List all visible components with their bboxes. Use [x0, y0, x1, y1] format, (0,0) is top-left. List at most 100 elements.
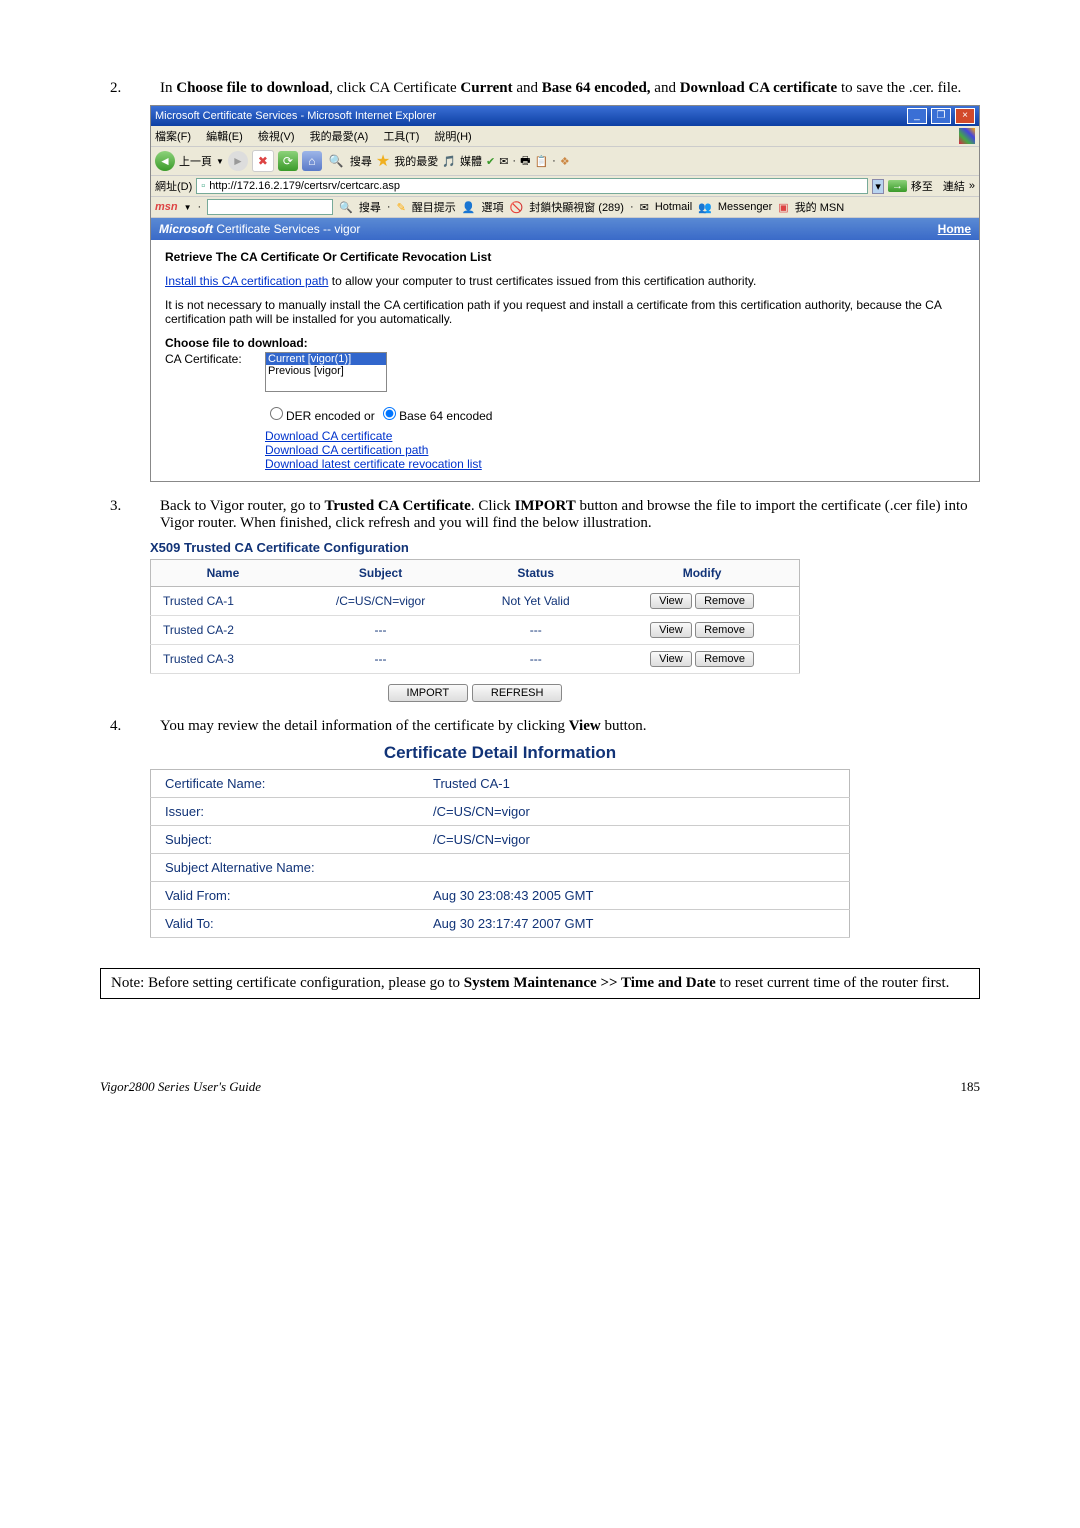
home-link[interactable]: Home: [938, 222, 971, 236]
col-name: Name: [151, 560, 295, 587]
step-number: 2.: [100, 80, 160, 97]
close-button[interactable]: ×: [955, 108, 975, 124]
menu-file[interactable]: 檔案(F): [155, 131, 191, 143]
view-button[interactable]: View: [650, 651, 692, 667]
msn-search-icon: 🔍: [339, 201, 353, 214]
refresh-button[interactable]: REFRESH: [472, 684, 563, 702]
col-status: Status: [466, 560, 605, 587]
view-button[interactable]: View: [650, 593, 692, 609]
url-text: http://172.16.2.179/certsrv/certcarc.asp: [209, 180, 400, 192]
home-button[interactable]: ⌂: [302, 151, 322, 171]
note-box: Note: Before setting certificate configu…: [100, 968, 980, 999]
search-label[interactable]: 搜尋: [350, 153, 372, 169]
table-row: Trusted CA-2 --- --- View Remove: [151, 616, 800, 645]
detail-title: Certificate Detail Information: [150, 743, 850, 763]
step-text: In Choose file to download, click CA Cer…: [160, 80, 980, 97]
menu-favorites[interactable]: 我的最愛(A): [310, 131, 369, 143]
remove-button[interactable]: Remove: [695, 593, 754, 609]
stop-button[interactable]: ✖: [252, 150, 274, 172]
list-item-current[interactable]: Current [vigor(1)]: [266, 353, 386, 365]
radio-der[interactable]: [270, 407, 283, 420]
menu-help[interactable]: 說明(H): [434, 131, 471, 143]
trusted-ca-table: Name Subject Status Modify Trusted CA-1 …: [150, 559, 800, 674]
cert-services-header: Microsoft Certificate Services -- vigor …: [151, 218, 979, 240]
mymsn-icon: ▣: [778, 201, 788, 214]
edit-icon[interactable]: 📋: [534, 155, 548, 168]
download-ca-cert-link[interactable]: Download CA certificate: [265, 429, 392, 443]
step-text: Back to Vigor router, go to Trusted CA C…: [160, 498, 980, 532]
ie-titlebar: Microsoft Certificate Services - Microso…: [151, 106, 979, 126]
msn-hotmail[interactable]: Hotmail: [655, 201, 692, 213]
install-ca-path-link[interactable]: Install this CA certification path: [165, 274, 328, 288]
minimize-button[interactable]: _: [907, 108, 927, 124]
messenger-icon: 👥: [698, 201, 712, 214]
step-number: 4.: [100, 718, 160, 735]
remove-button[interactable]: Remove: [695, 622, 754, 638]
dropdown-icon[interactable]: ▾: [872, 179, 884, 194]
address-label: 網址(D): [155, 178, 192, 194]
step-text: You may review the detail information of…: [160, 718, 980, 735]
favorites-label[interactable]: 我的最愛: [394, 153, 438, 169]
retrieve-title: Retrieve The CA Certificate Or Certifica…: [165, 250, 965, 264]
menu-tools[interactable]: 工具(T): [383, 131, 419, 143]
address-input[interactable]: ▫ http://172.16.2.179/certsrv/certcarc.a…: [196, 178, 868, 194]
choose-file-label: Choose file to download:: [165, 336, 965, 350]
page-content: Microsoft Certificate Services -- vigor …: [151, 218, 979, 481]
msn-highlight[interactable]: 醒目提示: [412, 199, 456, 215]
certificate-detail-table: Certificate Name:Trusted CA-1 Issuer:/C=…: [150, 769, 850, 938]
favorites-icon: ★: [376, 151, 390, 171]
msn-messenger[interactable]: Messenger: [718, 201, 772, 213]
maximize-button[interactable]: ❐: [931, 108, 951, 124]
download-crl-link[interactable]: Download latest certificate revocation l…: [265, 457, 482, 471]
ca-certificate-listbox[interactable]: Current [vigor(1)] Previous [vigor]: [265, 352, 387, 392]
page-footer: Vigor2800 Series User's Guide 185: [100, 1079, 980, 1095]
refresh-button[interactable]: ⟳: [278, 151, 298, 171]
msn-search-input[interactable]: [207, 199, 333, 215]
paragraph-auto-install: It is not necessary to manually install …: [165, 298, 965, 326]
go-label: 移至: [911, 178, 933, 194]
history-icon[interactable]: ✔: [486, 155, 495, 168]
back-label: 上一頁: [179, 153, 212, 169]
links-label[interactable]: 連結: [943, 178, 965, 194]
windows-logo-icon: [959, 128, 975, 144]
ca-certificate-label: CA Certificate:: [165, 352, 265, 366]
highlight-icon: ✎: [397, 201, 406, 214]
menu-edit[interactable]: 編輯(E): [206, 131, 243, 143]
msn-search-label[interactable]: 搜尋: [359, 199, 381, 215]
mail-icon[interactable]: ✉: [499, 155, 508, 168]
list-item-previous[interactable]: Previous [vigor]: [266, 365, 386, 377]
page-icon: ▫: [201, 180, 205, 192]
forward-button[interactable]: ►: [228, 151, 248, 171]
remove-button[interactable]: Remove: [695, 651, 754, 667]
import-button[interactable]: IMPORT: [388, 684, 469, 702]
col-modify: Modify: [605, 560, 799, 587]
step-4: 4. You may review the detail information…: [100, 718, 980, 735]
col-subject: Subject: [295, 560, 466, 587]
popup-blocker-icon: 🚫: [510, 201, 524, 214]
go-button[interactable]: →: [888, 180, 907, 192]
msn-logo: msn: [155, 201, 178, 213]
step-2: 2. In Choose file to download, click CA …: [100, 80, 980, 97]
view-button[interactable]: View: [650, 622, 692, 638]
media-icon: 🎵: [442, 155, 456, 168]
footer-page-number: 185: [961, 1079, 981, 1095]
menu-view[interactable]: 檢視(V): [258, 131, 295, 143]
ie-window: Microsoft Certificate Services - Microso…: [150, 105, 980, 482]
hotmail-icon: ✉: [640, 201, 649, 214]
toolbar: ◄ 上一頁 ▼ ► ✖ ⟳ ⌂ 🔍 搜尋 ★ 我的最愛 🎵 媒體 ✔ ✉ · 🖶…: [151, 147, 979, 176]
options-icon: 👤: [462, 201, 476, 214]
back-button[interactable]: ◄: [155, 151, 175, 171]
print-icon[interactable]: 🖶: [520, 152, 530, 171]
radio-base64[interactable]: [383, 407, 396, 420]
menu-bar: 檔案(F) 編輯(E) 檢視(V) 我的最愛(A) 工具(T) 說明(H): [151, 126, 979, 147]
window-title: Microsoft Certificate Services - Microso…: [155, 110, 436, 122]
msn-toolbar: msn ▼ · 🔍 搜尋 · ✎ 醒目提示 👤 選項 🚫 封鎖快顯視窗 (289…: [151, 197, 979, 218]
download-ca-path-link[interactable]: Download CA certification path: [265, 443, 428, 457]
media-label[interactable]: 媒體: [460, 153, 482, 169]
table-row: Trusted CA-1 /C=US/CN=vigor Not Yet Vali…: [151, 587, 800, 616]
msn-blocker[interactable]: 封鎖快顯視窗 (289): [529, 199, 624, 215]
msn-options[interactable]: 選項: [482, 199, 504, 215]
msn-mymsn[interactable]: 我的 MSN: [795, 199, 845, 215]
discuss-icon[interactable]: ❖: [560, 155, 570, 168]
button-row: IMPORT REFRESH: [150, 684, 800, 702]
